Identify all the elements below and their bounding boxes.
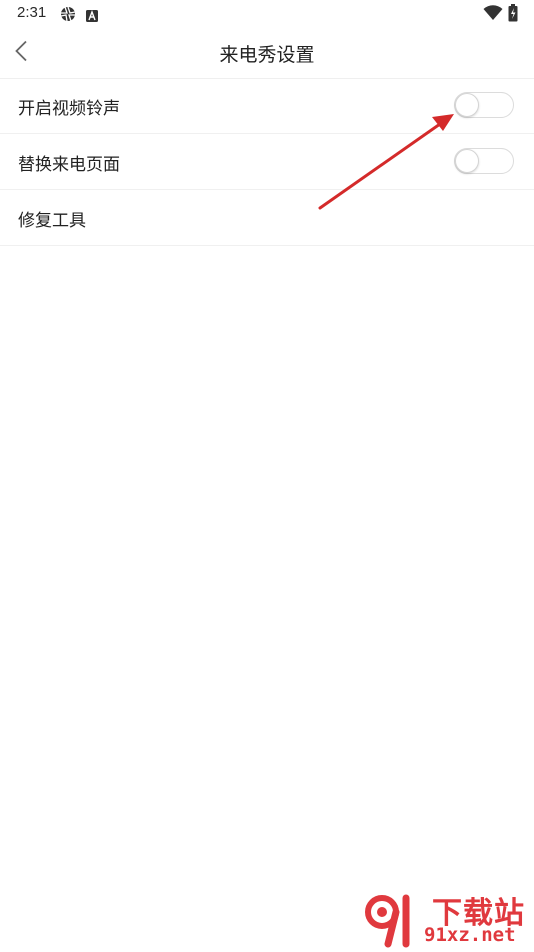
video-ringtone-toggle[interactable]	[454, 92, 514, 118]
status-time: 2:31	[17, 4, 47, 21]
setting-label: 开启视频铃声	[18, 99, 120, 119]
setting-video-ringtone[interactable]: 开启视频铃声	[0, 78, 534, 134]
a-notification-icon	[86, 7, 98, 26]
wifi-icon	[483, 5, 503, 25]
setting-label: 修复工具	[18, 211, 86, 231]
aperture-icon	[60, 6, 76, 26]
setting-replace-call-page[interactable]: 替换来电页面	[0, 134, 534, 190]
setting-label: 替换来电页面	[18, 155, 120, 175]
app-bar: 来电秀设置	[0, 28, 534, 79]
watermark-en: 91xz.net	[424, 924, 516, 946]
battery-icon	[508, 4, 518, 26]
toggle-knob	[455, 149, 479, 173]
setting-repair-tool[interactable]: 修复工具	[0, 190, 534, 246]
status-bar: 2:31	[0, 0, 534, 28]
page-title: 来电秀设置	[219, 44, 315, 66]
replace-call-page-toggle[interactable]	[454, 148, 514, 174]
toggle-knob	[455, 93, 479, 117]
settings-list: 开启视频铃声 替换来电页面 修复工具	[0, 78, 534, 246]
watermark: 下载站 91xz.net	[360, 888, 530, 948]
watermark-logo	[360, 892, 422, 952]
